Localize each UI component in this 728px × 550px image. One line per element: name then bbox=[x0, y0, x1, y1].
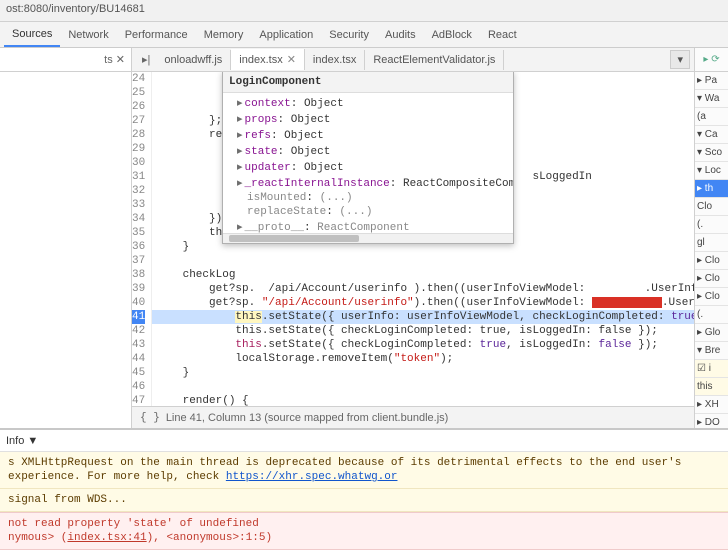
sidebar-section[interactable]: ▸ Glo bbox=[695, 324, 728, 342]
panel-tab-react[interactable]: React bbox=[480, 24, 525, 46]
tooltip-scrollbar[interactable] bbox=[223, 233, 513, 243]
console-panel: Info ▼ s XMLHttpRequest on the main thre… bbox=[0, 428, 728, 550]
sidebar-section[interactable]: ▸ DO bbox=[695, 414, 728, 428]
sidebar-section[interactable]: ▾ Wa bbox=[695, 90, 728, 108]
cursor-position: Line 41, Column 13 (source mapped from c… bbox=[166, 412, 448, 424]
console-level-select[interactable]: Info ▼ bbox=[6, 435, 38, 447]
code-editor[interactable]: 2425262728293031323334353637383940414243… bbox=[132, 72, 694, 406]
code-line[interactable]: localStorage.removeItem("token"); bbox=[152, 352, 694, 366]
sidebar-section[interactable]: ▾ Loc bbox=[695, 162, 728, 180]
navigator-tab[interactable]: ts ✕ bbox=[0, 48, 131, 72]
line-gutter: 2425262728293031323334353637383940414243… bbox=[132, 72, 152, 406]
sidebar-section[interactable]: gl bbox=[695, 234, 728, 252]
inspector-property[interactable]: ▸refs: Object bbox=[227, 127, 509, 143]
error-source-link[interactable]: index.tsx:41 bbox=[67, 532, 146, 544]
panel-tab-sources[interactable]: Sources bbox=[4, 23, 60, 47]
url-bar[interactable]: ost:8080/inventory/BU14681 bbox=[0, 0, 728, 22]
inspector-property[interactable]: ▸state: Object bbox=[227, 143, 509, 159]
panel-tab-network[interactable]: Network bbox=[60, 24, 116, 46]
file-tab[interactable]: ReactElementValidator.js bbox=[365, 50, 504, 70]
panel-tab-audits[interactable]: Audits bbox=[377, 24, 424, 46]
sidebar-section[interactable]: Clo bbox=[695, 198, 728, 216]
sidebar-section[interactable]: ▸ XH bbox=[695, 396, 728, 414]
file-tab[interactable]: index.tsx bbox=[305, 50, 365, 70]
panel-tab-security[interactable]: Security bbox=[321, 24, 377, 46]
inspector-property[interactable]: ▸props: Object bbox=[227, 111, 509, 127]
panel-tab-application[interactable]: Application bbox=[251, 24, 321, 46]
file-tab[interactable]: onloadwff.js bbox=[156, 50, 231, 70]
file-tabs-nav-icon[interactable]: ▸| bbox=[136, 53, 156, 66]
sidebar-section[interactable]: ▾ Ca bbox=[695, 126, 728, 144]
editor-panel: ▸| onloadwff.jsindex.tsx✕index.tsxReactE… bbox=[132, 48, 694, 428]
inspector-property[interactable]: ▸_reactInternalInstance: ReactCompositeC… bbox=[227, 175, 509, 191]
code-line[interactable]: render() { bbox=[152, 394, 694, 406]
pretty-print-icon[interactable]: { } bbox=[140, 412, 160, 424]
sidebar-section[interactable]: ▸ Clo bbox=[695, 288, 728, 306]
code-line[interactable]: } bbox=[152, 366, 694, 380]
tooltip-title: LoginComponent bbox=[223, 72, 513, 93]
inspector-property[interactable]: ▸updater: Object bbox=[227, 159, 509, 175]
navigator-panel: ts ✕ bbox=[0, 48, 132, 428]
devtools-panel-tabs: SourcesNetworkPerformanceMemoryApplicati… bbox=[0, 22, 728, 48]
sidebar-section[interactable]: (a bbox=[695, 108, 728, 126]
tooltip-body: ▸context: Object▸props: Object▸refs: Obj… bbox=[223, 93, 513, 233]
code-line[interactable] bbox=[152, 380, 694, 394]
object-inspector-tooltip[interactable]: LoginComponent ▸context: Object▸props: O… bbox=[222, 72, 514, 244]
inspector-property[interactable]: replaceState: (...) bbox=[227, 205, 509, 219]
console-filter-bar[interactable]: Info ▼ bbox=[0, 430, 728, 452]
file-tab[interactable]: index.tsx✕ bbox=[231, 49, 305, 70]
code-line[interactable] bbox=[152, 254, 694, 268]
editor-status-bar: { } Line 41, Column 13 (source mapped fr… bbox=[132, 406, 694, 428]
sidebar-section[interactable]: ▸ th bbox=[695, 180, 728, 198]
sidebar-section[interactable]: ▸ Clo bbox=[695, 252, 728, 270]
sidebar-section[interactable]: ☑ i bbox=[695, 360, 728, 378]
warning-link[interactable]: https://xhr.spec.whatwg.or bbox=[226, 471, 398, 483]
file-tabs: ▸| onloadwff.jsindex.tsx✕index.tsxReactE… bbox=[132, 48, 694, 72]
code-line[interactable]: get?sp. "/api/Account/userinfo").then((u… bbox=[152, 296, 694, 310]
sidebar-section[interactable]: (. bbox=[695, 216, 728, 234]
code-line[interactable]: get?sp. /api/Account/userinfo ).then((us… bbox=[152, 282, 694, 296]
panel-tab-adblock[interactable]: AdBlock bbox=[424, 24, 480, 46]
code-line[interactable]: this.setState({ userInfo: userInfoViewMo… bbox=[152, 310, 694, 324]
inspector-property[interactable]: ▸__proto__: ReactComponent bbox=[227, 219, 509, 233]
sidebar-section[interactable]: ▾ Sco bbox=[695, 144, 728, 162]
close-icon[interactable]: ✕ bbox=[287, 54, 296, 66]
debugger-controls[interactable]: ▸ ⟳ bbox=[695, 48, 728, 72]
debugger-sidebar: ▸ ⟳ ▸ Pa▾ Wa (a▾ Ca▾ Sco▾ Loc ▸ th Clo (… bbox=[694, 48, 728, 428]
sidebar-section[interactable]: (. bbox=[695, 306, 728, 324]
sidebar-section[interactable]: ▾ Bre bbox=[695, 342, 728, 360]
console-warning: s XMLHttpRequest on the main thread is d… bbox=[0, 452, 728, 489]
tabs-overflow-icon[interactable]: ▾ bbox=[670, 50, 690, 69]
main-area: ts ✕ ▸| onloadwff.jsindex.tsx✕index.tsxR… bbox=[0, 48, 728, 428]
sidebar-section[interactable]: ▸ Pa bbox=[695, 72, 728, 90]
panel-tab-memory[interactable]: Memory bbox=[196, 24, 252, 46]
code-line[interactable]: checkLog bbox=[152, 268, 694, 282]
inspector-property[interactable]: ▸context: Object bbox=[227, 95, 509, 111]
code-line[interactable]: this.setState({ checkLoginCompleted: tru… bbox=[152, 338, 694, 352]
code-line[interactable]: this.setState({ checkLoginCompleted: tru… bbox=[152, 324, 694, 338]
console-error: not read property 'state' of undefined n… bbox=[0, 512, 728, 550]
console-warning: signal from WDS... bbox=[0, 489, 728, 512]
sidebar-section[interactable]: ▸ Clo bbox=[695, 270, 728, 288]
sidebar-section[interactable]: this bbox=[695, 378, 728, 396]
panel-tab-performance[interactable]: Performance bbox=[117, 24, 196, 46]
inspector-property[interactable]: isMounted: (...) bbox=[227, 191, 509, 205]
